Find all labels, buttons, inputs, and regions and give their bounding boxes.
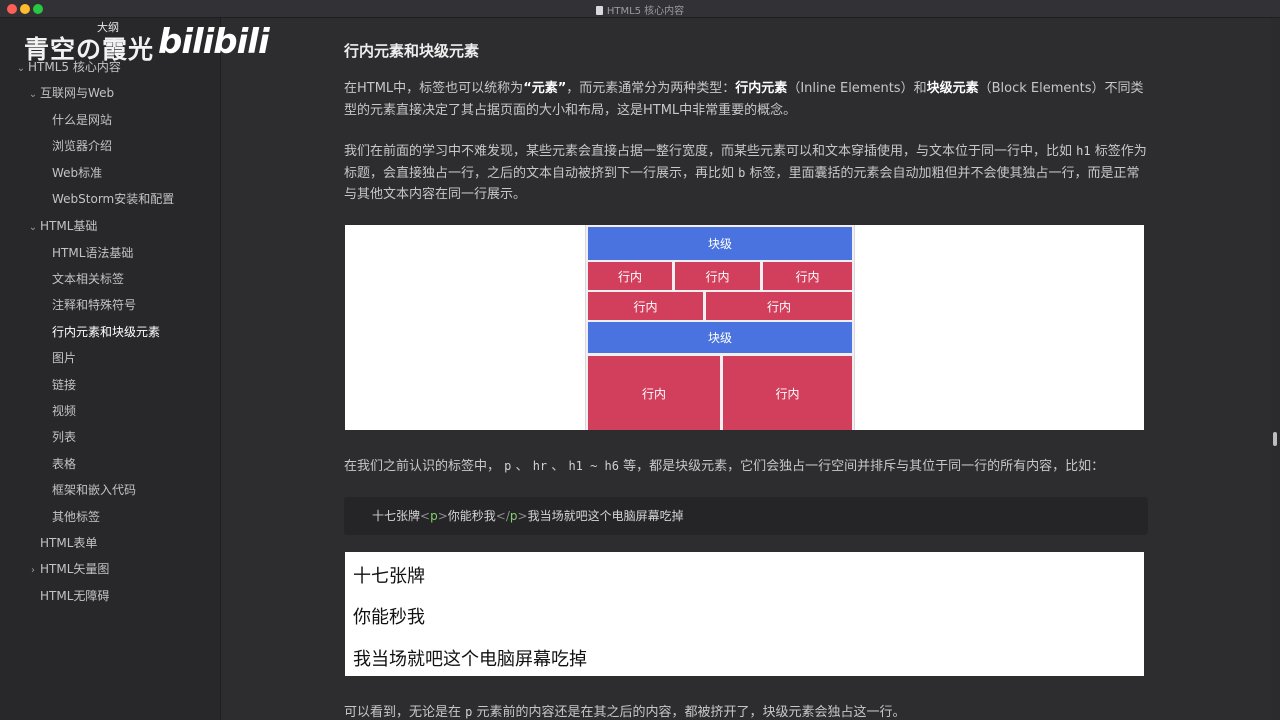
inline-element: 行内 xyxy=(588,292,703,320)
inline-code: h1 ~ h6 xyxy=(568,459,620,473)
sidebar-item-web-standards[interactable]: Web标准 xyxy=(52,162,102,184)
sidebar-item-html-syntax[interactable]: HTML语法基础 xyxy=(52,242,133,264)
code-text: 十七张牌 xyxy=(372,509,421,523)
paragraph-block-tags: 在我们之前认识的标签中， p 、 hr 、 h1 ~ h6 等，都是块级元素，它… xyxy=(344,456,1150,478)
render-line-3: 我当场就吧这个电脑屏幕吃掉 xyxy=(353,649,587,670)
sidebar-item-html-basics[interactable]: ⌄ HTML基础 xyxy=(28,215,98,239)
inline-code: h1 xyxy=(1076,144,1091,158)
code-block[interactable]: 十七张牌<p>你能秒我</p>我当场就吧这个电脑屏幕吃掉 xyxy=(344,497,1148,535)
sidebar-item-label: 互联网与Web xyxy=(40,86,115,100)
sidebar-item-label: 其他标签 xyxy=(52,510,101,524)
sidebar-item-label: 视频 xyxy=(52,404,77,418)
sidebar-item-label: 链接 xyxy=(52,378,77,392)
sidebar-item-label: WebStorm安装和配置 xyxy=(52,192,175,206)
inline-code: p xyxy=(465,705,473,719)
block-element-2: 块级 xyxy=(588,322,852,353)
inline-block-diagram: 块级 行内 行内 行内 行内 行内 块级 行内 行内 xyxy=(345,225,1144,430)
sidebar-item-text-tags[interactable]: 文本相关标签 xyxy=(52,268,124,290)
chevron-down-icon[interactable]: ⌄ xyxy=(28,217,38,239)
sidebar-item-label: 图片 xyxy=(52,351,77,365)
sidebar-item-tables[interactable]: 表格 xyxy=(52,453,76,475)
inline-element: 行内 xyxy=(723,356,852,430)
inline-code: b xyxy=(738,165,746,180)
sidebar-item-browser-intro[interactable]: 浏览器介绍 xyxy=(52,135,112,157)
section-heading: 行内元素和块级元素 xyxy=(344,42,480,60)
text-run: 等，都是块级元素，它们会独占一行空间并排斥与其位于同一行的所有内容，比如： xyxy=(623,459,1105,474)
sidebar-item-lists[interactable]: 列表 xyxy=(52,426,76,448)
render-line-1: 十七张牌 xyxy=(353,566,425,587)
sidebar-item-label: 框架和嵌入代码 xyxy=(52,483,137,497)
code-tag-bracket: </ xyxy=(495,509,510,523)
bilibili-logo-text: bilibili xyxy=(158,22,270,62)
code-tag-bracket: > xyxy=(437,509,448,523)
sidebar-item-frames-embed[interactable]: 框架和嵌入代码 xyxy=(52,479,136,501)
text-run: 可以看到，无论是在 xyxy=(344,705,462,720)
text-run: 、 xyxy=(515,459,529,474)
code-tag-name: p xyxy=(509,509,518,523)
sidebar-item-label: 文本相关标签 xyxy=(52,272,125,286)
text-run: ，而元素通常分为两种类型： xyxy=(566,81,736,96)
sidebar-item-label: HTML语法基础 xyxy=(52,246,134,260)
logo-channel-name: 青空の霞光 xyxy=(24,35,155,64)
sidebar-item-label: HTML矢量图 xyxy=(40,562,110,576)
sidebar-item-other-tags[interactable]: 其他标签 xyxy=(52,506,100,528)
inline-element: 行内 xyxy=(706,292,852,320)
diagram-viewport: 块级 行内 行内 行内 行内 行内 块级 行内 行内 xyxy=(585,225,855,430)
sidebar-item-label: 列表 xyxy=(52,430,77,444)
sidebar-item-label: 表格 xyxy=(52,457,77,471)
sidebar-item-webstorm[interactable]: WebStorm安装和配置 xyxy=(52,188,174,210)
code-tag-bracket: > xyxy=(517,509,528,523)
sidebar-item-comments-symbols[interactable]: 注释和特殊符号 xyxy=(52,294,136,316)
sidebar-item-label: Web标准 xyxy=(52,166,103,180)
sidebar-item-what-is-website[interactable]: 什么是网站 xyxy=(52,109,112,131)
window-title-text: HTML5 核心内容 xyxy=(606,6,685,17)
bold-text: “元素” xyxy=(523,81,567,96)
paragraph-intro: 在HTML中，标签也可以统称为“元素”，而元素通常分为两种类型：行内元素（Inl… xyxy=(344,78,1150,121)
text-run: 在我们之前认识的标签中， xyxy=(344,459,501,474)
code-tag-name: p xyxy=(430,509,438,523)
text-run: 在HTML中，标签也可以统称为 xyxy=(344,81,524,96)
inline-element: 行内 xyxy=(763,262,852,290)
sidebar-item-html-forms[interactable]: HTML表单 xyxy=(40,532,97,554)
sidebar-item-html-a11y[interactable]: HTML无障碍 xyxy=(40,585,109,607)
sidebar-item-label: 浏览器介绍 xyxy=(52,139,113,153)
sidebar-item-label: HTML无障碍 xyxy=(40,589,110,603)
text-run: （Inline Elements）和 xyxy=(787,81,927,96)
sidebar-item-label: 行内元素和块级元素 xyxy=(52,325,161,339)
paragraph-conclusion: 可以看到，无论是在 p 元素前的内容还是在其之后的内容，都被挤开了，块级元素会独… xyxy=(344,702,1150,720)
bold-text: 块级元素 xyxy=(926,81,979,96)
code-tag-bracket: < xyxy=(420,509,431,523)
sidebar-item-html-svg[interactable]: › HTML矢量图 xyxy=(28,558,109,580)
text-run: 、 xyxy=(551,459,565,474)
sidebar-item-images[interactable]: 图片 xyxy=(52,347,76,369)
render-line-2: 你能秒我 xyxy=(353,607,425,628)
render-preview: 十七张牌 你能秒我 我当场就吧这个电脑屏幕吃掉 xyxy=(345,552,1144,676)
sidebar-item-label: HTML基础 xyxy=(40,219,98,233)
sidebar-item-inline-block[interactable]: 行内元素和块级元素 xyxy=(52,321,160,343)
bold-text: 行内元素 xyxy=(735,81,788,96)
inline-element: 行内 xyxy=(588,262,672,290)
code-text: 你能秒我 xyxy=(447,509,496,523)
inline-code: hr xyxy=(532,459,548,473)
outline-sidebar: ⌄ HTML5 核心内容 ⌄ 互联网与Web 什么是网站 浏览器介绍 Web标准 W… xyxy=(0,18,221,720)
inline-code: p xyxy=(504,459,512,473)
block-element-1: 块级 xyxy=(588,227,852,260)
chevron-right-icon[interactable]: › xyxy=(28,560,38,582)
sidebar-item-label: 什么是网站 xyxy=(52,113,113,127)
chevron-down-icon[interactable]: ⌄ xyxy=(28,84,38,106)
inline-element: 行内 xyxy=(675,262,760,290)
text-run: 元素前的内容还是在其之后的内容，都被挤开了，块级元素会独占这一行。 xyxy=(476,705,906,720)
sidebar-item-internet-web[interactable]: ⌄ 互联网与Web xyxy=(28,82,114,104)
document-icon xyxy=(595,6,603,15)
paragraph-observation: 我们在前面的学习中不难发现，某些元素会直接占据一整行宽度，而某些元素可以和文本穿… xyxy=(344,141,1150,206)
bilibili-watermark-logo: 大纲 青空の霞光 bilibili xyxy=(24,12,270,68)
text-run: 我们在前面的学习中不难发现，某些元素会直接占据一整行宽度，而某些元素可以和文本穿… xyxy=(344,144,1073,159)
sidebar-item-video[interactable]: 视频 xyxy=(52,400,76,422)
inline-element: 行内 xyxy=(588,356,720,430)
sidebar-item-label: HTML表单 xyxy=(40,536,98,550)
scrollbar-thumb[interactable] xyxy=(1273,432,1277,446)
sidebar-item-links[interactable]: 链接 xyxy=(52,374,76,396)
sidebar-item-label: 注释和特殊符号 xyxy=(52,298,137,312)
code-text: 我当场就吧这个电脑屏幕吃掉 xyxy=(527,509,684,523)
